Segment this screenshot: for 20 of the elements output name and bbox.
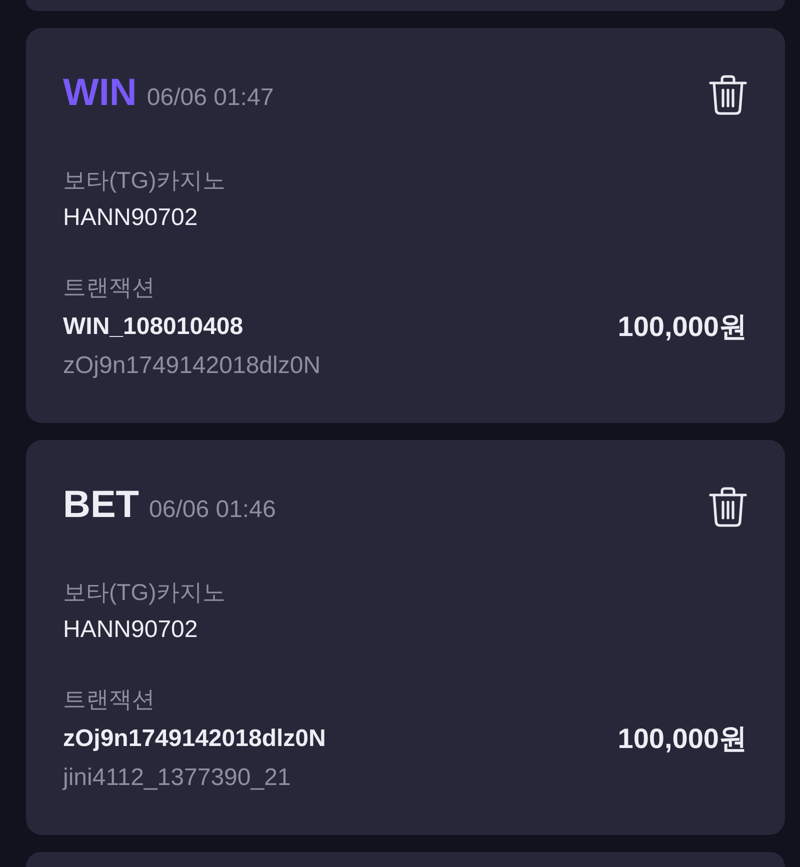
transaction-time: 06/06 01:47 <box>146 82 274 112</box>
amount: 100,000원 <box>618 310 747 344</box>
transaction-type: BET <box>63 482 139 528</box>
transaction-id: zOj9n1749142018dlz0N <box>63 724 326 752</box>
trash-icon <box>709 487 747 527</box>
trash-icon <box>709 75 747 115</box>
transaction-label: 트랜잭션 <box>63 273 155 302</box>
provider-name: 보타(TG)카지노 <box>63 166 226 195</box>
provider-name: 보타(TG)카지노 <box>63 578 226 607</box>
transaction-type: WIN <box>63 70 137 116</box>
delete-button[interactable] <box>709 487 747 527</box>
amount: 100,000원 <box>618 722 747 756</box>
transaction-label: 트랜잭션 <box>63 685 155 714</box>
delete-button[interactable] <box>709 75 747 115</box>
reference-id: jini4112_1377390_21 <box>63 764 291 792</box>
transaction-time: 06/06 01:46 <box>149 494 276 524</box>
username: HANN90702 <box>63 204 198 232</box>
username: HANN90702 <box>63 616 198 644</box>
transaction-id: WIN_108010408 <box>63 312 244 340</box>
reference-id: zOj9n1749142018dlz0N <box>63 352 321 380</box>
